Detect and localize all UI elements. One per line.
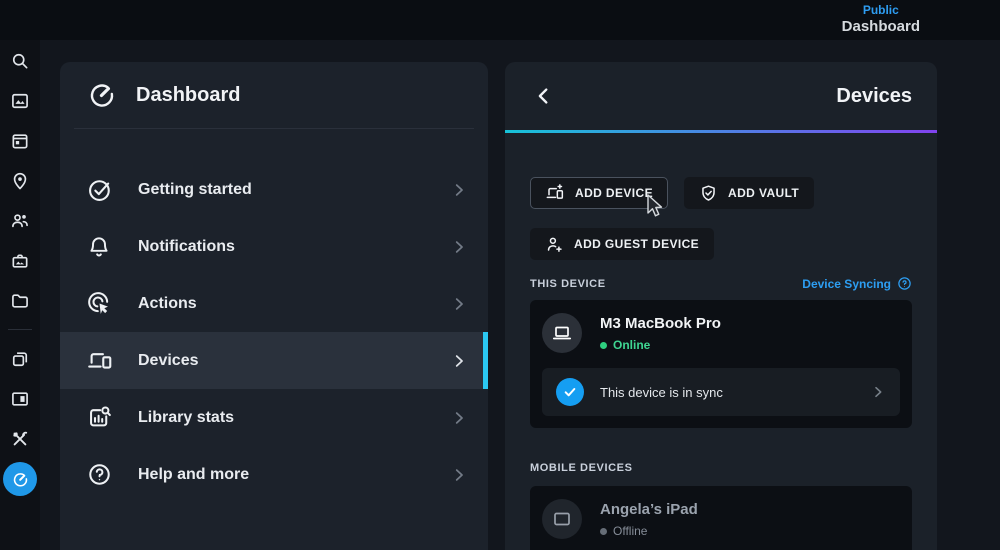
- accent-gradient-bar: [505, 130, 937, 133]
- add-device-label: ADD DEVICE: [575, 186, 653, 200]
- photos-icon[interactable]: [0, 81, 40, 121]
- top-bar: Public Dashboard: [0, 0, 1000, 40]
- menu-item-label: Notifications: [138, 238, 235, 256]
- help-circle-icon: [86, 461, 116, 488]
- menu-item-label: Devices: [138, 352, 199, 370]
- device-syncing-label: Device Syncing: [802, 277, 891, 291]
- help-question-icon: [897, 276, 912, 291]
- stats-search-icon: [86, 404, 116, 431]
- sync-message: This device is in sync: [600, 385, 723, 400]
- menu-item-help[interactable]: Help and more: [60, 446, 488, 503]
- chevron-right-icon: [870, 384, 886, 400]
- tablet-avatar-icon: [542, 499, 582, 539]
- menu-item-label: Help and more: [138, 466, 249, 484]
- tools-icon[interactable]: [0, 419, 40, 459]
- calendar-icon[interactable]: [0, 121, 40, 161]
- this-device-card: M3 MacBook Pro Online This device is in …: [530, 300, 912, 428]
- sync-check-icon: [556, 378, 584, 406]
- device-name: Angela’s iPad: [600, 499, 698, 518]
- library-title: Dashboard: [842, 18, 920, 35]
- mobile-device-card: Angela’s iPad Offline: [530, 486, 912, 550]
- nav-rail: [0, 40, 40, 550]
- laptop-avatar-icon: [542, 313, 582, 353]
- laptop-phone-icon: [86, 347, 116, 375]
- add-vault-label: ADD VAULT: [728, 186, 799, 200]
- offline-status-text: Offline: [613, 524, 647, 538]
- chevron-right-icon: [450, 466, 468, 484]
- chevron-right-icon: [450, 352, 468, 370]
- gauge-icon: [86, 79, 118, 111]
- dashboard-active-icon[interactable]: [3, 462, 37, 496]
- menu-item-getting-started[interactable]: Getting started: [60, 161, 488, 218]
- chevron-right-icon: [450, 409, 468, 427]
- bell-icon: [86, 234, 116, 260]
- menu-item-label: Getting started: [138, 181, 252, 199]
- search-icon[interactable]: [0, 41, 40, 81]
- dashboard-menu: Getting started Notifications: [60, 161, 488, 503]
- menu-item-label: Library stats: [138, 409, 234, 427]
- menu-item-devices[interactable]: Devices: [60, 332, 488, 389]
- add-device-button[interactable]: ADD DEVICE: [530, 177, 668, 209]
- add-guest-device-button[interactable]: ADD GUEST DEVICE: [530, 228, 714, 260]
- back-button[interactable]: [533, 85, 555, 107]
- dashboard-panel: Dashboard Getting started Noti: [60, 62, 488, 550]
- devices-panel-header: Devices: [505, 62, 937, 130]
- mobile-devices-section-label: MOBILE DEVICES: [530, 462, 633, 474]
- menu-item-actions[interactable]: Actions: [60, 275, 488, 332]
- panel-title: Dashboard: [136, 84, 240, 107]
- menu-item-notifications[interactable]: Notifications: [60, 218, 488, 275]
- chevron-right-icon: [450, 238, 468, 256]
- device-name: M3 MacBook Pro: [600, 313, 721, 332]
- online-status-text: Online: [613, 338, 650, 352]
- online-status-dot: [600, 342, 607, 349]
- dashboard-panel-header: Dashboard: [60, 62, 488, 128]
- menu-item-library-stats[interactable]: Library stats: [60, 389, 488, 446]
- album-box-icon[interactable]: [0, 241, 40, 281]
- folder-icon[interactable]: [0, 281, 40, 321]
- library-visibility-label: Public: [842, 4, 920, 18]
- rail-divider: [8, 329, 32, 330]
- layout-icon[interactable]: [0, 379, 40, 419]
- library-switcher[interactable]: Public Dashboard: [842, 4, 920, 35]
- person-plus-icon: [545, 235, 564, 254]
- add-vault-button[interactable]: ADD VAULT: [684, 177, 814, 209]
- devices-panel: Devices ADD DEVICE: [505, 62, 937, 550]
- check-circle-icon: [86, 176, 116, 204]
- chevron-right-icon: [450, 295, 468, 313]
- sync-status-row[interactable]: This device is in sync: [542, 368, 900, 416]
- chevron-right-icon: [450, 181, 468, 199]
- shield-check-icon: [699, 184, 718, 203]
- add-device-icon: [545, 183, 565, 203]
- offline-status-dot: [600, 528, 607, 535]
- header-divider: [74, 128, 474, 129]
- device-syncing-link[interactable]: Device Syncing: [802, 276, 912, 291]
- people-icon[interactable]: [0, 201, 40, 241]
- devices-title: Devices: [836, 85, 912, 108]
- add-guest-device-label: ADD GUEST DEVICE: [574, 237, 699, 251]
- this-device-section-label: THIS DEVICE: [530, 278, 606, 290]
- click-target-icon: [86, 290, 116, 317]
- duplicates-icon[interactable]: [0, 339, 40, 379]
- menu-item-label: Actions: [138, 295, 197, 313]
- location-icon[interactable]: [0, 161, 40, 201]
